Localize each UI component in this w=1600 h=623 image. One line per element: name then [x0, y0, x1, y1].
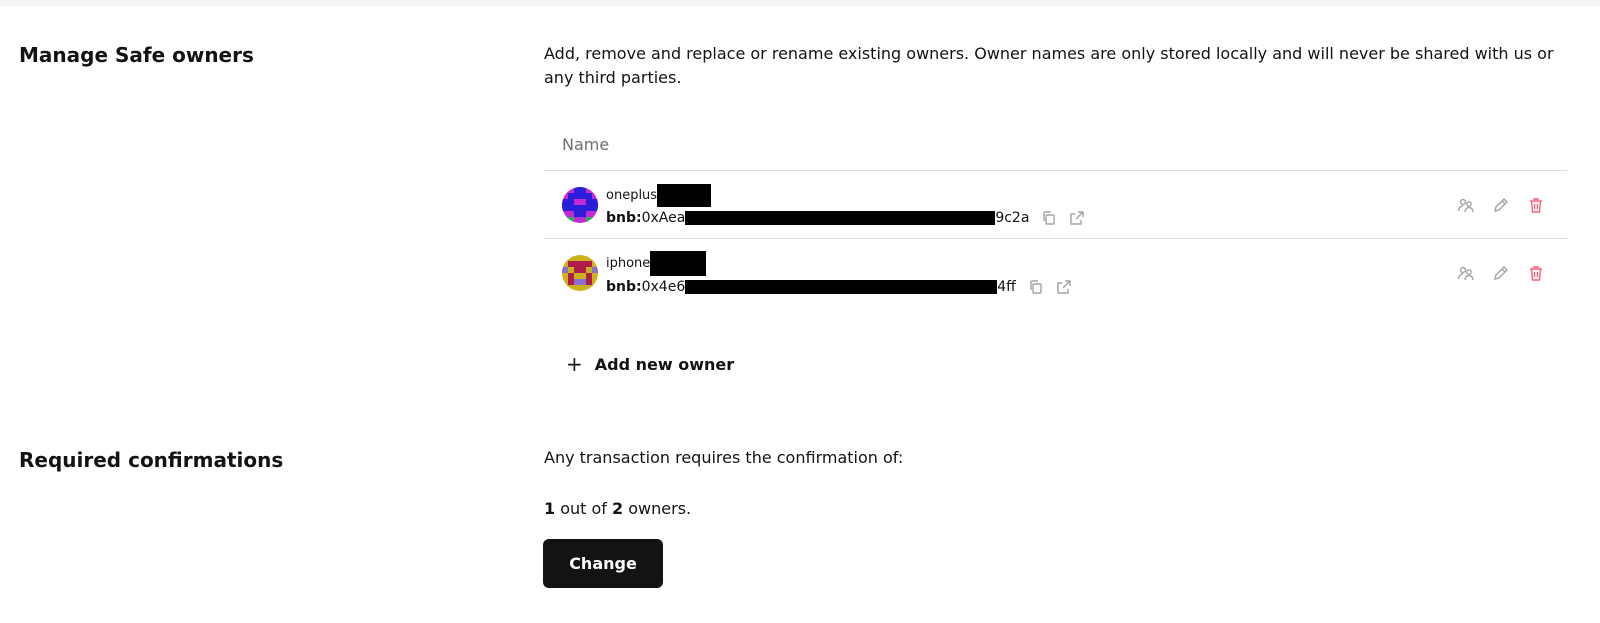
- owner-name: iphone: [606, 255, 651, 271]
- copy-icon[interactable]: [1028, 279, 1044, 295]
- required-count: 1: [544, 499, 556, 518]
- table-header-name: Name: [544, 118, 1567, 171]
- owner-address-start: 0xAea: [641, 209, 686, 226]
- owners-suffix: owners.: [623, 499, 692, 518]
- top-strip: [0, 0, 1600, 6]
- redaction-box: [657, 183, 712, 207]
- owners-table: Name oneplus bnb: 0xAea 9c2a iphone bnb:…: [544, 118, 1567, 306]
- redaction-box: [650, 250, 707, 276]
- table-row: iphone bnb: 0x4e6 4ff: [544, 239, 1567, 306]
- owner-address-end: 4ff: [997, 278, 1016, 295]
- redaction-box: [685, 279, 998, 294]
- redaction-box: [685, 210, 996, 225]
- table-row: oneplus bnb: 0xAea 9c2a: [544, 171, 1567, 239]
- add-owner-button[interactable]: + Add new owner: [566, 354, 734, 374]
- replace-owner-icon[interactable]: [1457, 264, 1475, 282]
- replace-owner-icon[interactable]: [1457, 196, 1475, 214]
- edit-icon[interactable]: [1492, 264, 1510, 282]
- trash-icon[interactable]: [1527, 196, 1545, 214]
- out-of-text: out of: [555, 499, 613, 518]
- external-link-icon[interactable]: [1056, 279, 1072, 295]
- plus-icon: +: [566, 352, 583, 376]
- owner-name: oneplus: [606, 187, 658, 203]
- confirmations-description: Any transaction requires the confirmatio…: [544, 448, 904, 467]
- external-link-icon[interactable]: [1069, 210, 1085, 226]
- owner-address-start: 0x4e6: [641, 278, 686, 295]
- network-prefix: bnb:: [606, 209, 642, 226]
- copy-icon[interactable]: [1041, 210, 1057, 226]
- owner-avatar: [562, 254, 598, 291]
- add-owner-label: Add new owner: [594, 354, 735, 374]
- confirmation-threshold: 1 out of 2 owners.: [544, 497, 691, 521]
- edit-icon[interactable]: [1492, 196, 1510, 214]
- manage-owners-title: Manage Safe owners: [19, 43, 254, 67]
- manage-owners-description: Add, remove and replace or rename existi…: [544, 44, 1554, 87]
- network-prefix: bnb:: [606, 278, 642, 295]
- total-count: 2: [612, 499, 624, 518]
- required-confirmations-title: Required confirmations: [19, 448, 284, 472]
- owner-address-end: 9c2a: [995, 209, 1030, 226]
- change-threshold-button[interactable]: Change: [543, 539, 663, 588]
- trash-icon[interactable]: [1527, 264, 1545, 282]
- owner-avatar: [562, 186, 598, 223]
